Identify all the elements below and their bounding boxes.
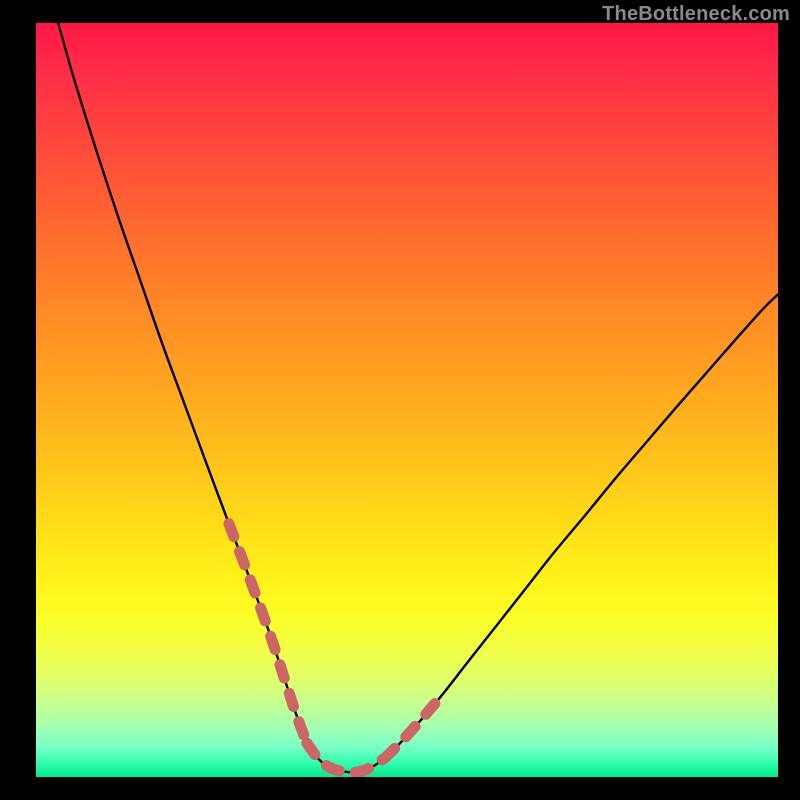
plot-area [36, 23, 778, 777]
watermark-text: TheBottleneck.com [602, 3, 790, 26]
highlight-segment-0 [229, 524, 307, 743]
highlight-segment-2 [385, 702, 437, 759]
chart-svg [36, 23, 778, 777]
highlight-segments [229, 524, 437, 773]
bottleneck-curve [58, 23, 778, 772]
chart-stage: TheBottleneck.com [0, 0, 800, 800]
highlight-segment-1 [307, 743, 385, 772]
